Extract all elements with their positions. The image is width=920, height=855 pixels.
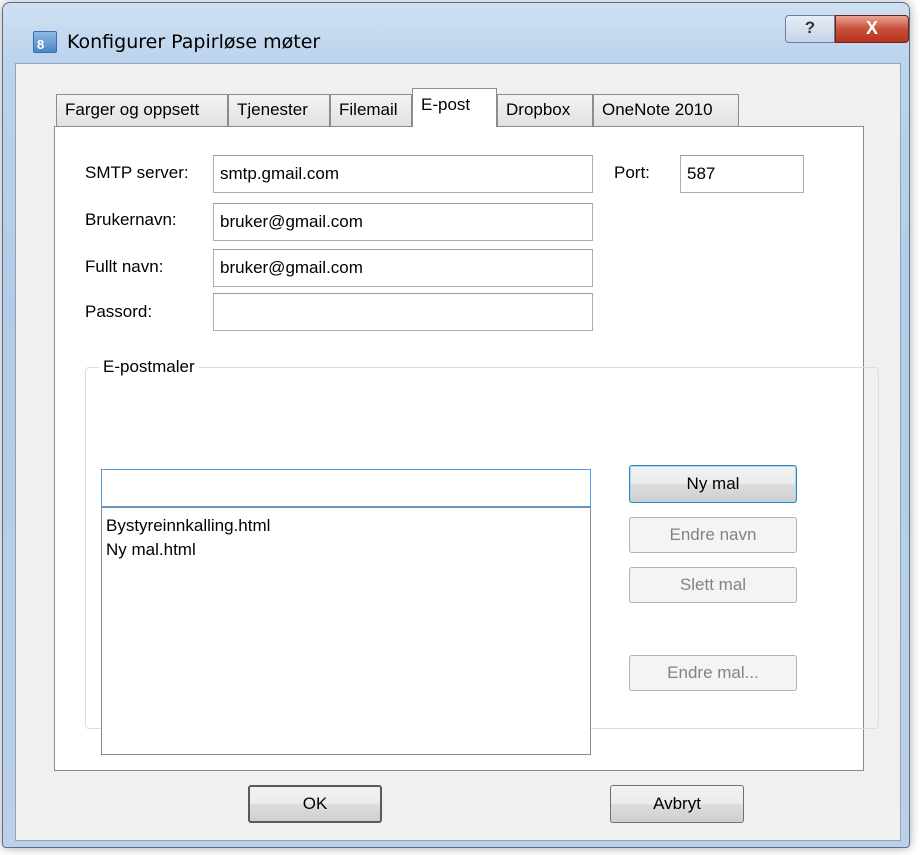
help-button[interactable]: ? — [785, 15, 835, 43]
password-label: Passord: — [85, 302, 153, 321]
close-button[interactable]: X — [835, 15, 909, 43]
help-icon: ? — [804, 18, 816, 37]
password-input[interactable] — [213, 293, 593, 331]
rename-template-button[interactable]: Endre navn — [629, 517, 797, 553]
list-item[interactable]: Ny mal.html — [106, 538, 586, 562]
client-area: Farger og oppsett Tjenester Filemail E-p… — [15, 63, 901, 841]
title-bar[interactable]: 8 Konfigurer Papirløse møter ? X — [3, 3, 909, 63]
smtp-server-input[interactable]: smtp.gmail.com — [213, 155, 593, 193]
templates-listbox[interactable]: Bystyreinnkalling.html Ny mal.html — [101, 507, 591, 755]
new-template-button[interactable]: Ny mal — [629, 465, 797, 503]
ok-button[interactable]: OK — [248, 785, 382, 823]
tab-panel-e-post: SMTP server: smtp.gmail.com Port: 587 Br… — [54, 126, 879, 771]
username-input[interactable]: bruker@gmail.com — [213, 203, 593, 241]
app-icon-glyph: 8 — [37, 37, 45, 52]
fullname-label: Fullt navn: — [85, 257, 164, 276]
template-name-input[interactable] — [101, 469, 591, 507]
list-item[interactable]: Bystyreinnkalling.html — [106, 514, 586, 538]
tab-tjenester[interactable]: Tjenester — [228, 94, 330, 126]
tab-filemail[interactable]: Filemail — [330, 94, 412, 126]
edit-template-button[interactable]: Endre mal... — [629, 655, 797, 691]
window-title: Konfigurer Papirløse møter — [67, 31, 321, 53]
app-icon: 8 — [33, 31, 57, 53]
tab-onenote-2010[interactable]: OneNote 2010 — [593, 94, 739, 126]
port-input[interactable]: 587 — [680, 155, 804, 193]
smtp-server-label: SMTP server: — [85, 163, 189, 182]
username-label: Brukernavn: — [85, 210, 177, 229]
dialog-window: 8 Konfigurer Papirløse møter ? X Farger … — [2, 2, 910, 848]
tab-dropbox[interactable]: Dropbox — [497, 94, 593, 126]
email-templates-group-title: E-postmaler — [99, 357, 199, 377]
tab-e-post[interactable]: E-post — [412, 88, 497, 127]
close-icon: X — [865, 18, 878, 38]
fullname-input[interactable]: bruker@gmail.com — [213, 249, 593, 287]
delete-template-button[interactable]: Slett mal — [629, 567, 797, 603]
tab-farger-og-oppsett[interactable]: Farger og oppsett — [56, 94, 228, 126]
port-label: Port: — [614, 163, 650, 182]
cancel-button[interactable]: Avbryt — [610, 785, 744, 823]
